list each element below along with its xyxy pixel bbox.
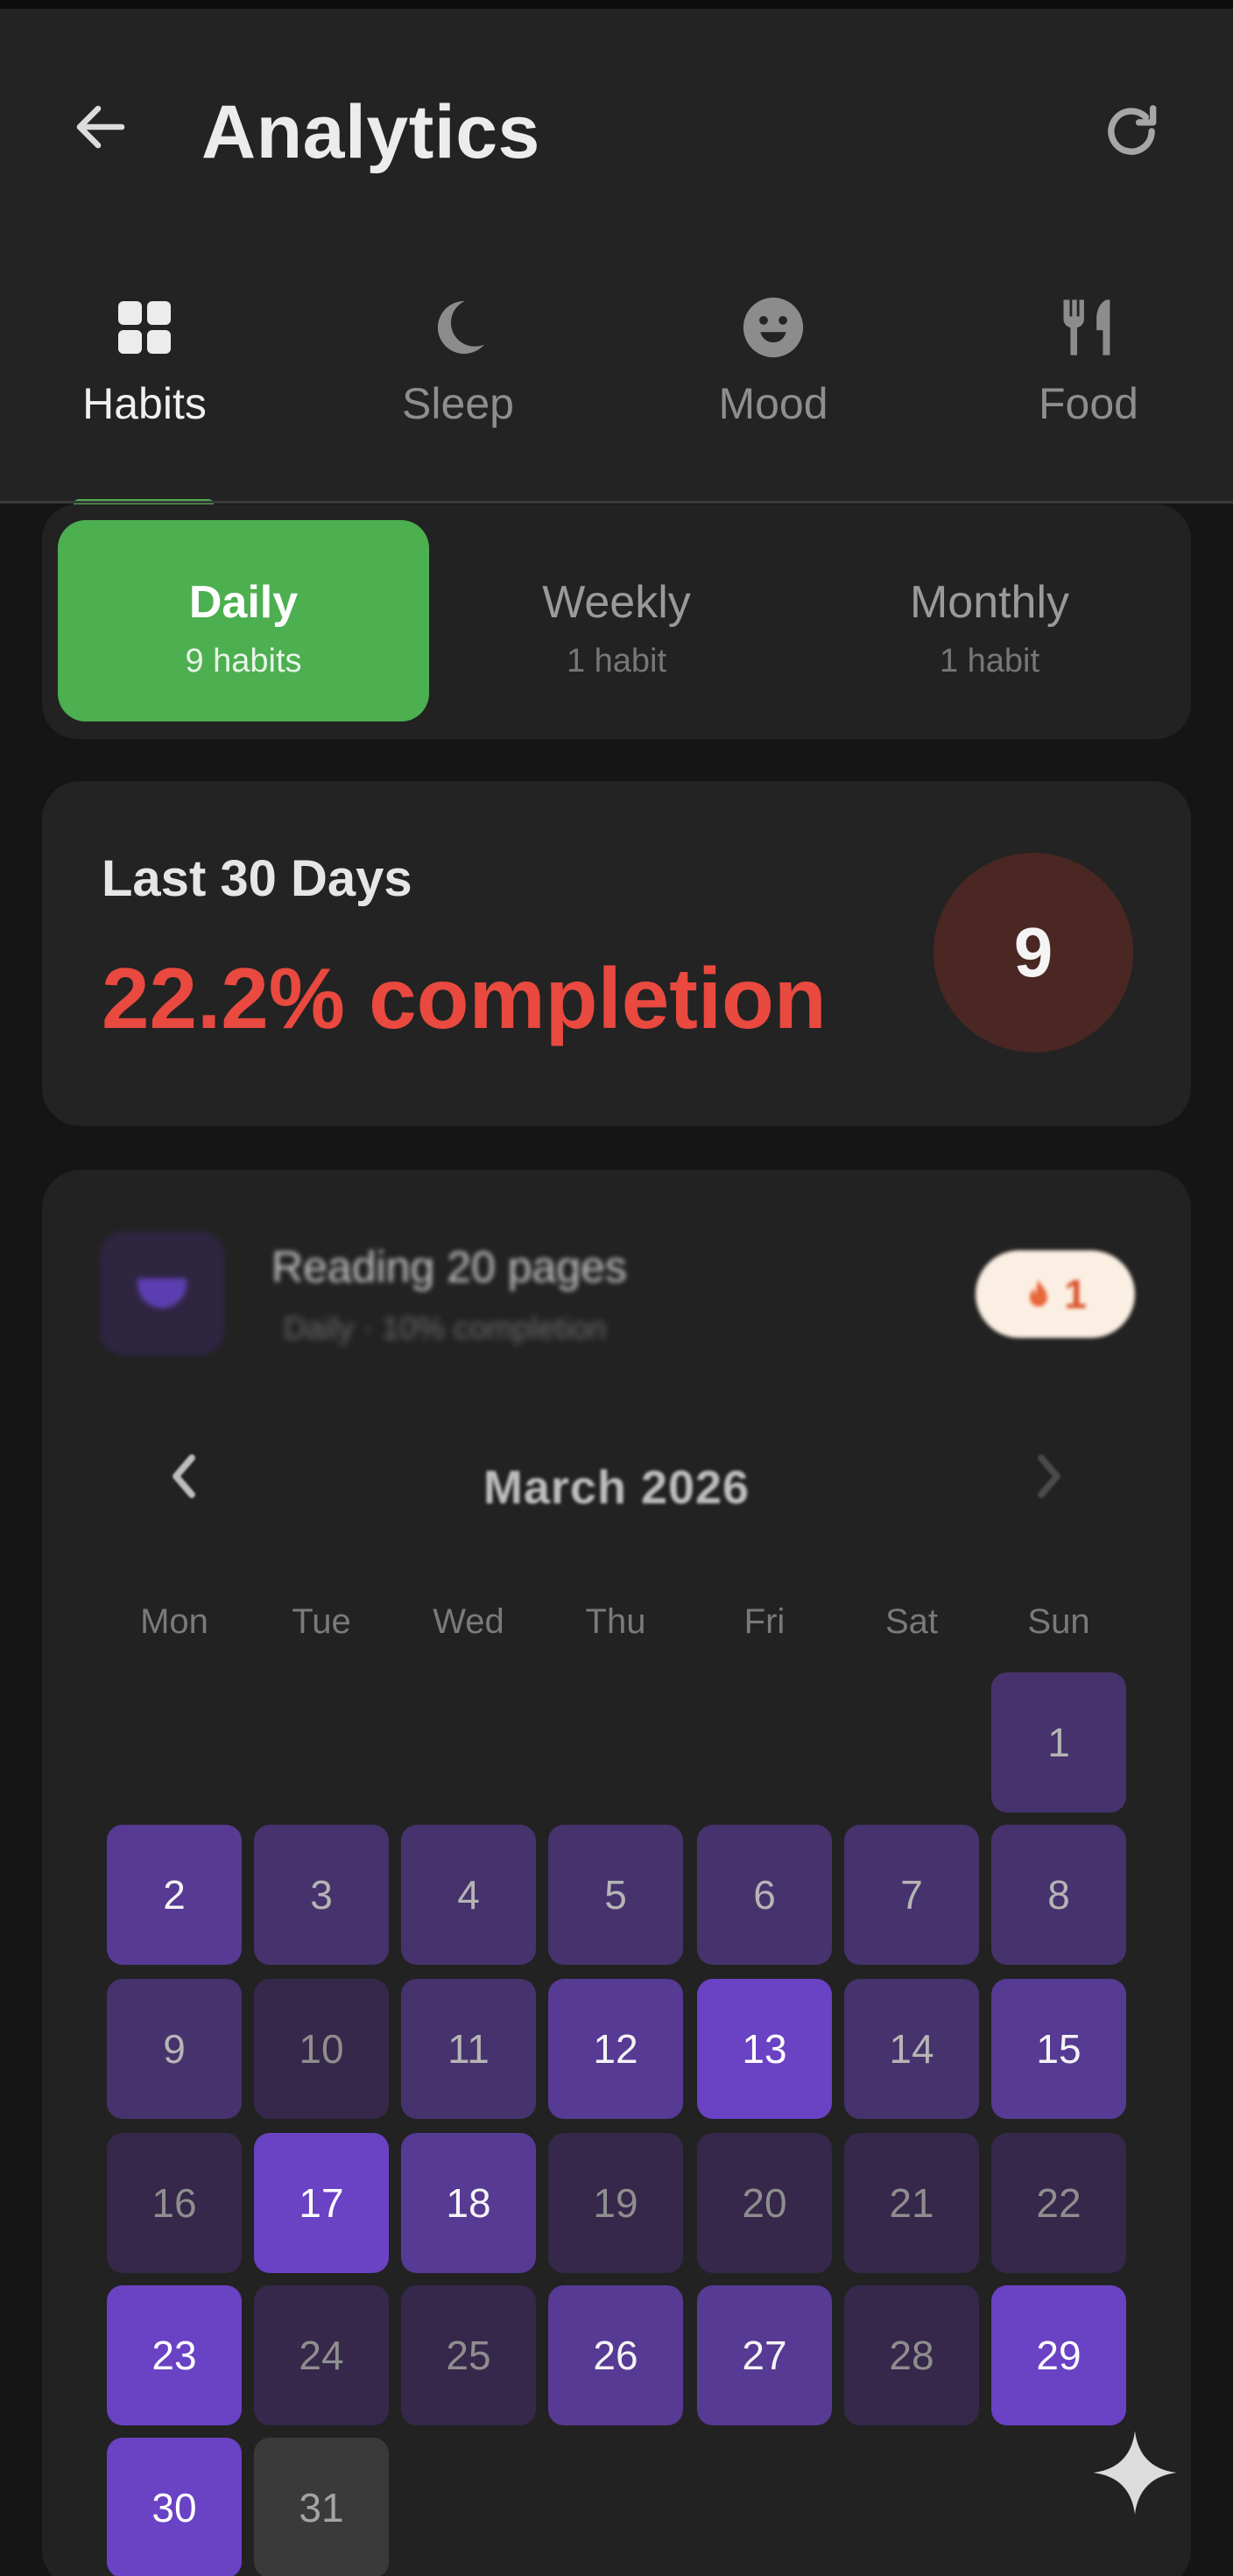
calendar-day[interactable]: 16 <box>107 2133 242 2273</box>
tab-habits[interactable]: Habits <box>53 287 236 462</box>
calendar-day[interactable]: 10 <box>254 1979 389 2119</box>
sparkle-button[interactable] <box>1089 2427 1180 2518</box>
calendar-day[interactable]: 18 <box>401 2133 536 2273</box>
frequency-selector: Daily 9 habits Weekly 1 habit Monthly 1 … <box>42 504 1191 739</box>
calendar-day[interactable]: 21 <box>844 2133 979 2273</box>
calendar-day[interactable]: 26 <box>548 2285 683 2425</box>
calendar-day[interactable]: 5 <box>548 1825 683 1965</box>
calendar-day[interactable]: 30 <box>107 2438 242 2576</box>
calendar-day[interactable]: 6 <box>697 1825 832 1965</box>
weekday-label: Fri <box>743 1602 786 1641</box>
calendar-day[interactable]: 28 <box>844 2285 979 2425</box>
habit-icon <box>100 1231 224 1355</box>
calendar-day[interactable]: 13 <box>697 1979 832 2119</box>
app-header: Analytics Habits Sleep Mood Food <box>0 9 1233 510</box>
calendar-day[interactable]: 15 <box>991 1979 1126 2119</box>
arrow-left-icon <box>76 105 125 149</box>
streak-count: 1 <box>1064 1271 1087 1317</box>
smiley-icon <box>743 297 804 358</box>
chevron-right-icon <box>1038 1454 1060 1498</box>
tab-mood[interactable]: Mood <box>681 287 865 462</box>
page-title: Analytics <box>201 90 540 174</box>
calendar-day[interactable]: 3 <box>254 1825 389 1965</box>
next-month-button[interactable] <box>1014 1441 1084 1511</box>
calendar-day[interactable]: 31 <box>254 2438 389 2576</box>
habit-count-badge: 9 <box>934 853 1133 1052</box>
tab-label: Food <box>1039 379 1138 428</box>
calendar-day[interactable]: 7 <box>844 1825 979 1965</box>
completion-summary-card: Last 30 Days 22.2% completion 9 <box>42 781 1191 1126</box>
weekday-label: Sun <box>1027 1602 1090 1641</box>
calendar-day[interactable]: 22 <box>991 2133 1126 2273</box>
completion-rate: 22.2% completion <box>102 950 827 1046</box>
calendar-day[interactable]: 27 <box>697 2285 832 2425</box>
calendar-day[interactable]: 1 <box>991 1672 1126 1812</box>
weekday-label: Tue <box>292 1602 351 1641</box>
streak-badge: 1 <box>976 1250 1135 1338</box>
calendar-day[interactable]: 20 <box>697 2133 832 2273</box>
calendar-day[interactable]: 8 <box>991 1825 1126 1965</box>
refresh-button[interactable] <box>1095 95 1168 168</box>
calendar-day[interactable]: 25 <box>401 2285 536 2425</box>
frequency-monthly-button[interactable]: Monthly 1 habit <box>804 520 1175 721</box>
calendar-day[interactable]: 2 <box>107 1825 242 1965</box>
header-divider <box>0 501 1233 503</box>
status-strip <box>0 0 1233 9</box>
frequency-label: Monthly <box>909 577 1070 628</box>
frequency-count: 9 habits <box>185 643 302 679</box>
calendar-day[interactable]: 17 <box>254 2133 389 2273</box>
habit-calendar-card: Reading 20 pages Daily · 10% completion … <box>42 1170 1191 2576</box>
tab-label: Mood <box>718 379 828 428</box>
refresh-icon <box>1108 105 1157 155</box>
calendar-day[interactable]: 11 <box>401 1979 536 2119</box>
calendar-day[interactable]: 19 <box>548 2133 683 2273</box>
tab-label: Habits <box>82 379 207 428</box>
tab-label: Sleep <box>402 379 514 428</box>
fork-knife-icon <box>1063 299 1110 355</box>
habit-subtitle: Daily · 10% completion <box>284 1310 607 1346</box>
frequency-count: 1 habit <box>566 643 667 679</box>
calendar-day[interactable]: 12 <box>548 1979 683 2119</box>
calendar-day[interactable]: 14 <box>844 1979 979 2119</box>
calendar-day[interactable]: 9 <box>107 1979 242 2119</box>
weekday-label: Mon <box>140 1602 208 1641</box>
calendar-day[interactable]: 23 <box>107 2285 242 2425</box>
calendar-day[interactable]: 29 <box>991 2285 1126 2425</box>
grid-icon <box>118 301 171 354</box>
tab-sleep[interactable]: Sleep <box>366 287 550 462</box>
period-label: Last 30 Days <box>102 850 412 907</box>
habit-name: Reading 20 pages <box>271 1242 627 1292</box>
sparkle-icon <box>1093 2431 1177 2515</box>
weekday-label: Thu <box>585 1602 646 1641</box>
frequency-count: 1 habit <box>939 643 1040 679</box>
back-button[interactable] <box>63 89 138 165</box>
fire-icon <box>1030 1279 1048 1307</box>
frequency-label: Weekly <box>542 577 691 628</box>
weekday-label: Wed <box>433 1602 504 1641</box>
frequency-weekly-button[interactable]: Weekly 1 habit <box>431 520 802 721</box>
weekday-label: Sat <box>884 1602 939 1641</box>
frequency-label: Daily <box>188 577 299 628</box>
frequency-daily-button[interactable]: Daily 9 habits <box>58 520 429 721</box>
calendar-day[interactable]: 24 <box>254 2285 389 2425</box>
calendar-day[interactable]: 4 <box>401 1825 536 1965</box>
tab-food[interactable]: Food <box>997 287 1180 462</box>
moon-icon <box>437 300 485 355</box>
